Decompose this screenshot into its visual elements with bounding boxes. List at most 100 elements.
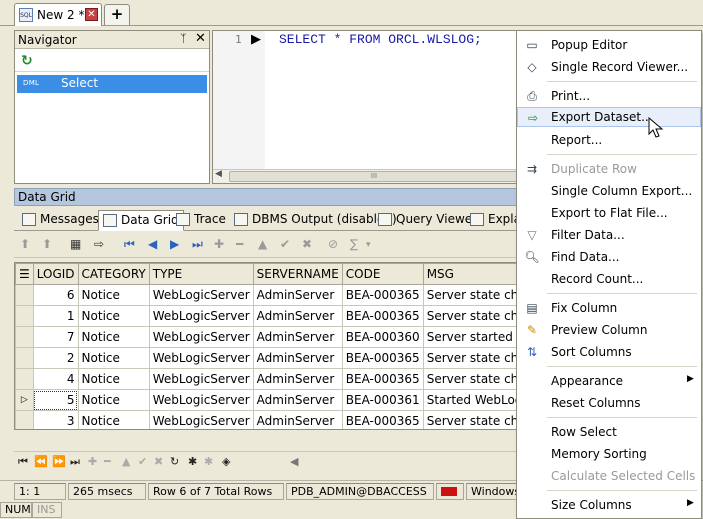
column-header[interactable]: CATEGORY [77, 263, 150, 285]
grid-options-icon[interactable]: ▦ [70, 237, 81, 251]
refresh-data-icon[interactable]: ↻ [170, 455, 179, 468]
grid-scroll-left-icon[interactable]: ◀ [290, 455, 298, 468]
table-cell[interactable]: Server state changed to STANDBY [422, 284, 519, 306]
delete-record-icon[interactable]: ━ [236, 237, 243, 251]
menu-item-fix-column[interactable]: ▤ Fix Column [517, 298, 701, 318]
table-cell[interactable]: BEA-000365 [341, 305, 424, 327]
table-cell[interactable]: Server state changed to STARTING [422, 305, 519, 327]
last-record-icon[interactable]: ⏭ [70, 455, 80, 469]
cancel-icon[interactable]: ✖ [154, 455, 163, 468]
menu-item-row-select[interactable]: Row Select [517, 422, 701, 442]
table-cell[interactable]: Server started in RUNNING mode [422, 326, 519, 348]
prior-page-icon[interactable]: ⏪ [34, 455, 48, 468]
prior-record-icon[interactable]: ◀ [148, 237, 157, 251]
table-cell[interactable]: WebLogicServer [148, 347, 254, 369]
menu-item-export-flat-file[interactable]: Export to Flat File... [517, 203, 701, 223]
scroll-left-icon[interactable]: ◀ [215, 169, 222, 179]
tab-messages[interactable]: Messages [18, 210, 103, 231]
clear-bookmarks-icon[interactable]: ◈ [222, 455, 230, 468]
pin-icon[interactable]: ᛉ [180, 32, 187, 45]
table-cell[interactable]: Notice [77, 326, 150, 348]
menu-item-export-dataset[interactable]: ⇨ Export Dataset... [517, 107, 701, 127]
bookmark-icon[interactable]: ✱ [188, 455, 197, 468]
row-indicator[interactable] [15, 347, 34, 369]
next-page-icon[interactable]: ⏩ [52, 455, 66, 468]
menu-item-record-count[interactable]: Record Count... [517, 269, 701, 289]
table-cell[interactable]: 4 [32, 368, 79, 390]
table-cell[interactable]: BEA-000365 [341, 347, 424, 369]
row-indicator[interactable] [15, 305, 34, 327]
table-row[interactable]: 3 Notice WebLogicServer AdminServer BEA-… [15, 410, 519, 429]
table-cell[interactable]: Server state changed to ADMIN [422, 347, 519, 369]
table-row-current[interactable]: ▷ 5 Notice WebLogicServer AdminServer BE… [15, 389, 519, 411]
cancel-edit-icon[interactable]: ✖ [302, 237, 312, 251]
table-cell[interactable]: 6 [32, 284, 79, 306]
row-indicator[interactable] [15, 326, 34, 348]
editor-horizontal-scrollbar[interactable]: ◀ III [213, 169, 521, 183]
menu-item-print[interactable]: ⎙ Print... [517, 86, 701, 106]
first-record-icon[interactable]: ⏮ [124, 237, 135, 252]
menu-item-filter-data[interactable]: ▽ Filter Data... [517, 225, 701, 245]
row-indicator[interactable] [15, 284, 34, 306]
table-cell[interactable]: WebLogicServer [148, 284, 254, 306]
table-cell[interactable]: 5 [32, 389, 79, 411]
navigator-item-select[interactable]: DML Select [17, 75, 207, 93]
table-cell[interactable]: AdminServer [252, 368, 343, 390]
column-header[interactable]: SERVERNAME [252, 263, 343, 285]
table-cell[interactable]: Notice [77, 410, 150, 429]
menu-item-reset-columns[interactable]: Reset Columns [517, 393, 701, 413]
table-cell[interactable]: Server state changed to RUNNING [422, 410, 519, 429]
delete-icon[interactable]: ━ [104, 455, 111, 468]
edit-record-icon[interactable]: ▲ [258, 237, 267, 251]
select-all-icon[interactable]: ☰ [15, 263, 34, 285]
post-edit-icon[interactable]: ✔ [280, 237, 290, 251]
table-cell[interactable]: AdminServer [252, 347, 343, 369]
table-cell[interactable]: BEA-000365 [341, 368, 424, 390]
table-cell[interactable]: Notice [77, 368, 150, 390]
menu-item-single-column-export[interactable]: Single Column Export... [517, 181, 701, 201]
insert-record-icon[interactable]: ✚ [214, 237, 224, 251]
sql-editor[interactable]: 1 ▶ SELECT * FROM ORCL.WLSLOG; ◀ III [212, 30, 522, 184]
table-cell[interactable]: WebLogicServer [148, 389, 254, 411]
new-tab-button[interactable]: + [104, 4, 130, 25]
post-icon[interactable]: ✔ [138, 455, 147, 468]
close-icon[interactable]: ✕ [195, 31, 206, 46]
table-cell[interactable]: AdminServer [252, 410, 343, 429]
table-row[interactable]: 6 Notice WebLogicServer AdminServer BEA-… [15, 284, 519, 306]
table-cell[interactable]: WebLogicServer [148, 410, 254, 429]
chevron-down-icon[interactable]: ▾ [366, 240, 371, 250]
table-cell[interactable]: AdminServer [252, 326, 343, 348]
table-cell[interactable]: Notice [77, 347, 150, 369]
tab-explain-plan[interactable]: Explain Plan [466, 210, 520, 231]
table-cell[interactable]: WebLogicServer [148, 326, 254, 348]
menu-item-single-record-viewer[interactable]: ◇ Single Record Viewer... [517, 57, 701, 77]
filter-toolbar-icon[interactable]: ⊘ [328, 237, 338, 251]
menu-item-find-data[interactable]: 🔍︎ Find Data... [517, 247, 701, 267]
menu-item-report[interactable]: Report... [517, 130, 701, 150]
tab-data-grid[interactable]: Data Grid [98, 210, 184, 231]
export-grid-icon[interactable]: ⇨ [94, 237, 104, 251]
close-tab-icon[interactable]: ✕ [85, 8, 98, 21]
menu-item-appearance[interactable]: Appearance ▶ [517, 371, 701, 391]
menu-item-popup-editor[interactable]: ▭ Popup Editor [517, 35, 701, 55]
menu-item-calculate-selected-cells[interactable]: Calculate Selected Cells [517, 466, 701, 486]
table-cell[interactable]: AdminServer [252, 305, 343, 327]
menu-item-memory-sorting[interactable]: Memory Sorting [517, 444, 701, 464]
tab-trace[interactable]: Trace [172, 210, 230, 231]
table-cell[interactable]: Notice [77, 389, 150, 411]
goto-bookmark-icon[interactable]: ✱ [204, 455, 213, 468]
document-tab[interactable]: SQL New 2 * ✕ [14, 3, 102, 26]
insert-icon[interactable]: ✚ [88, 455, 97, 468]
sql-text[interactable]: SELECT * FROM ORCL.WLSLOG; [279, 32, 482, 47]
current-row-indicator[interactable]: ▷ [15, 389, 34, 411]
table-row[interactable]: 1 Notice WebLogicServer AdminServer BEA-… [15, 305, 519, 327]
table-cell[interactable]: WebLogicServer [148, 368, 254, 390]
table-cell[interactable]: AdminServer [252, 389, 343, 411]
table-cell[interactable]: 7 [32, 326, 79, 348]
commit-icon[interactable]: ⬆ [20, 237, 30, 251]
next-record-icon[interactable]: ▶ [170, 237, 179, 251]
table-cell[interactable]: AdminServer [252, 284, 343, 306]
menu-item-preview-column[interactable]: ✎ Preview Column [517, 320, 701, 340]
table-cell[interactable]: Notice [77, 305, 150, 327]
last-record-icon[interactable]: ⏭ [192, 237, 203, 252]
